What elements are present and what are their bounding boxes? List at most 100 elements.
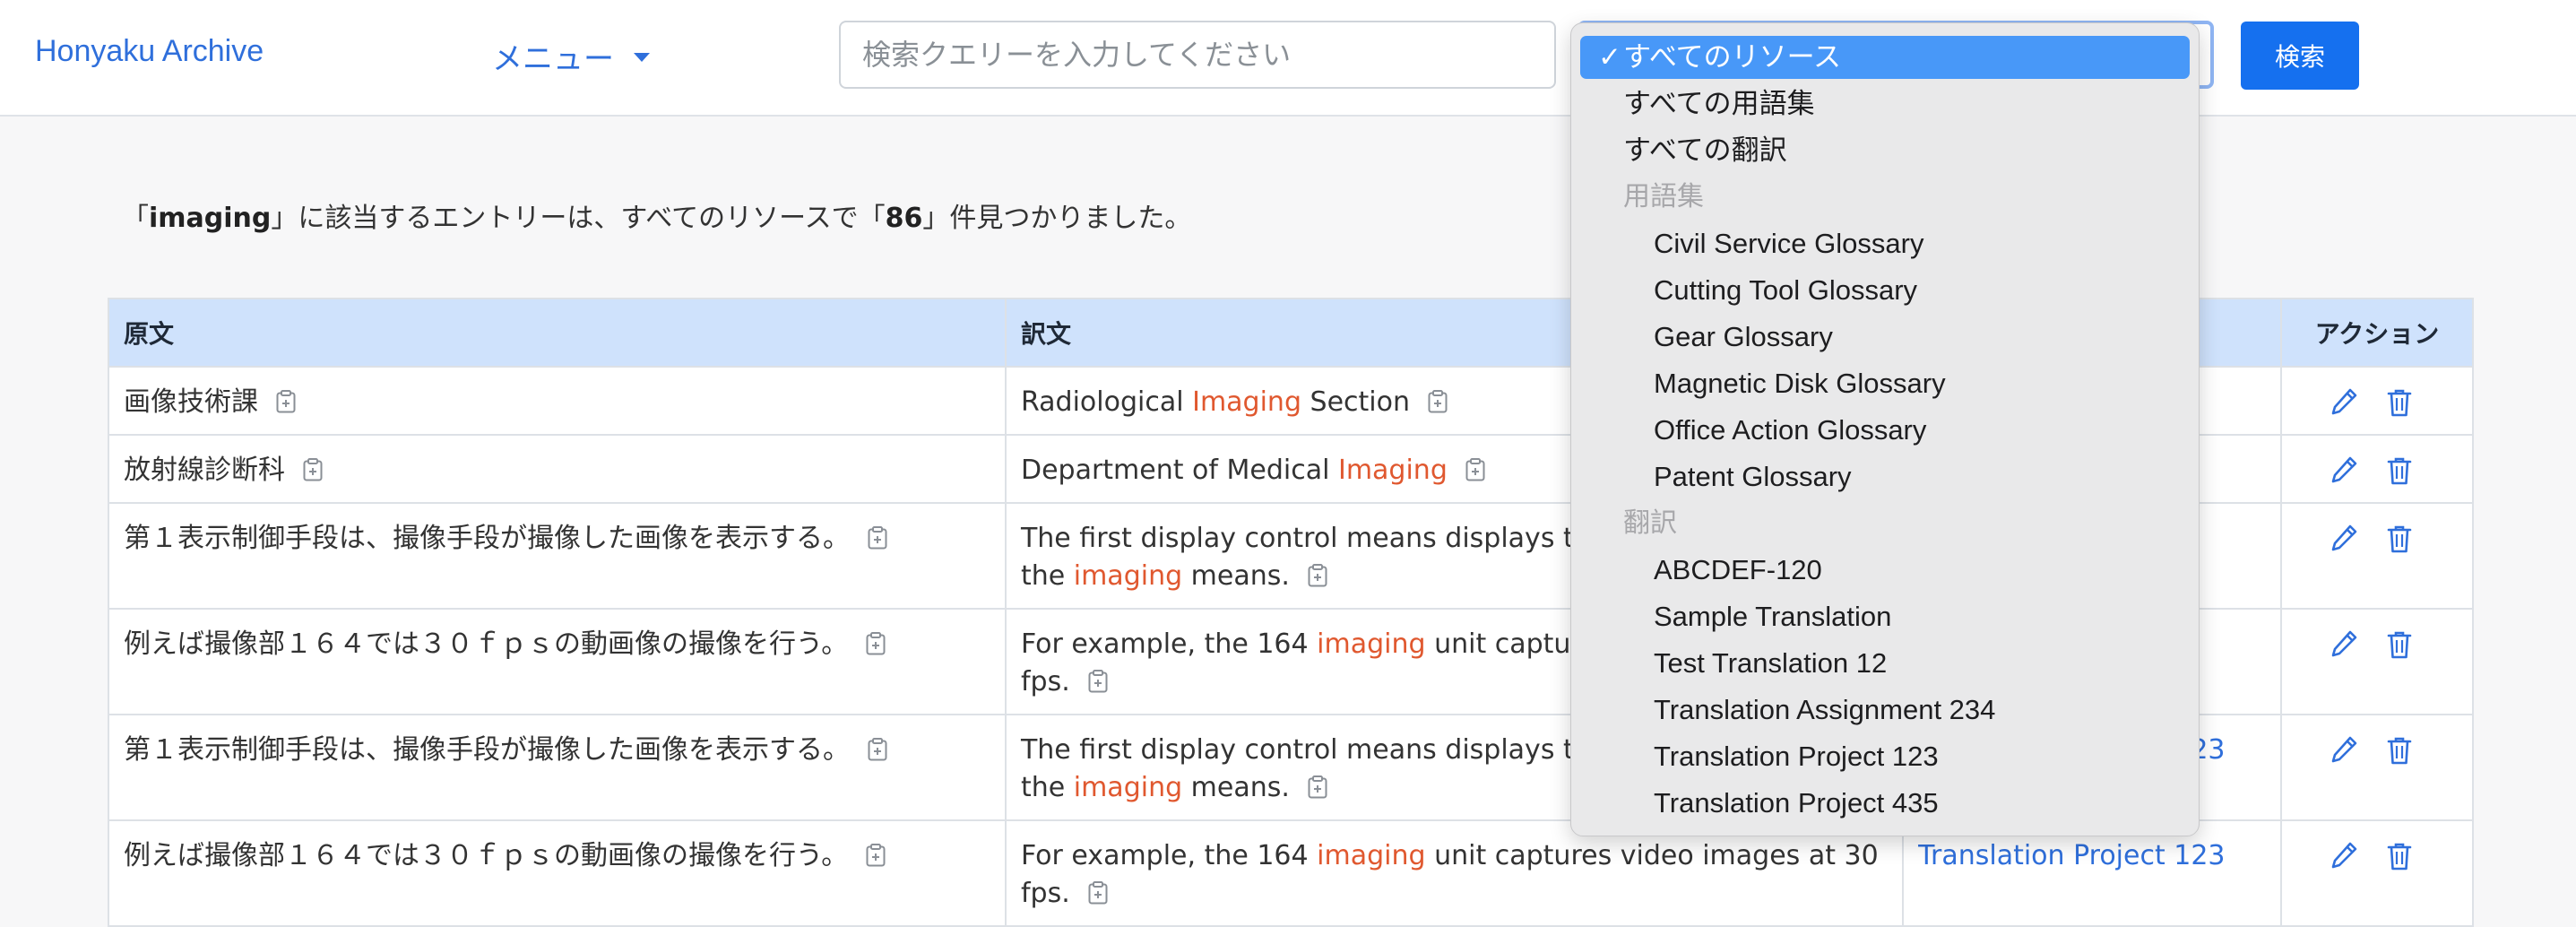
edit-pencil-icon[interactable]	[2329, 628, 2359, 661]
dropdown-option-label: すべての翻訳	[1623, 134, 1787, 166]
dropdown-option-label: Translation Project 123	[1654, 741, 1939, 772]
delete-trash-icon[interactable]	[2384, 455, 2415, 487]
target-highlight: imaging	[1073, 772, 1183, 803]
dropdown-option[interactable]: Translation Project 123	[1580, 735, 2190, 778]
target-text: For example, the 164	[1020, 628, 1318, 660]
source-text: 第１表示制御手段は、撮像手段が撮像した画像を表示する。	[124, 734, 850, 766]
dropdown-option[interactable]: ✓すべてのリソース	[1580, 36, 2190, 79]
target-highlight: imaging	[1317, 628, 1426, 660]
copy-clipboard-icon[interactable]	[303, 457, 323, 481]
dropdown-option[interactable]: Magnetic Disk Glossary	[1580, 362, 2190, 405]
dropdown-option[interactable]: Gear Glossary	[1580, 316, 2190, 359]
dropdown-option[interactable]: Translation Project 435	[1580, 782, 2190, 825]
dropdown-option-label: Gear Glossary	[1654, 321, 1833, 352]
target-highlight: imaging	[1073, 560, 1183, 592]
dropdown-option-label: Translation Project 435	[1654, 787, 1939, 819]
dropdown-group-label: 用語集	[1623, 182, 1704, 212]
dropdown-option-label: すべてのリソース	[1623, 41, 1842, 73]
copy-clipboard-icon[interactable]	[868, 737, 887, 761]
edit-pencil-icon[interactable]	[2329, 734, 2359, 767]
source-text: 画像技術課	[124, 386, 258, 418]
dropdown-option[interactable]: Civil Service Glossary	[1580, 222, 2190, 265]
delete-trash-icon[interactable]	[2384, 386, 2415, 419]
source-cell: 画像技術課	[108, 366, 1007, 436]
dropdown-option[interactable]: Test Translation 12	[1580, 642, 2190, 685]
copy-clipboard-icon[interactable]	[1308, 563, 1327, 587]
copy-clipboard-icon[interactable]	[868, 525, 887, 550]
source-cell: 第１表示制御手段は、撮像手段が撮像した画像を表示する。	[108, 714, 1007, 821]
resource-link[interactable]: Translation Project 123	[1918, 840, 2225, 871]
dropdown-option-label: Office Action Glossary	[1654, 414, 1927, 446]
menu-dropdown-toggle[interactable]: メニュー	[492, 34, 650, 78]
dropdown-option-label: Test Translation 12	[1654, 647, 1888, 679]
edit-pencil-icon[interactable]	[2329, 523, 2359, 555]
copy-clipboard-icon[interactable]	[866, 843, 886, 867]
brand-link[interactable]: Honyaku Archive	[35, 34, 264, 69]
target-highlight: Imaging	[1192, 386, 1301, 418]
dropdown-option[interactable]: Cutting Tool Glossary	[1580, 269, 2190, 312]
dropdown-option-label: すべての用語集	[1623, 88, 1815, 119]
target-text: For example, the 164	[1020, 840, 1318, 871]
target-text-tail: means.	[1182, 560, 1290, 592]
delete-trash-icon[interactable]	[2384, 734, 2415, 767]
source-text: 例えば撮像部１６４では３０ｆｐｓの動画像の撮像を行う。	[124, 840, 849, 871]
dropdown-option-label: ABCDEF-120	[1654, 554, 1822, 585]
summary-count: 86	[885, 203, 923, 234]
copy-clipboard-icon[interactable]	[1088, 880, 1108, 905]
source-cell: 例えば撮像部１６４では３０ｆｐｓの動画像の撮像を行う。	[108, 608, 1007, 715]
copy-clipboard-icon[interactable]	[276, 389, 296, 413]
source-text: 第１表示制御手段は、撮像手段が撮像した画像を表示する。	[124, 523, 850, 554]
source-cell: 例えば撮像部１６４では３０ｆｐｓの動画像の撮像を行う。	[108, 819, 1007, 927]
dropdown-option[interactable]: Patent Glossary	[1580, 455, 2190, 498]
delete-trash-icon[interactable]	[2384, 523, 2415, 555]
copy-clipboard-icon[interactable]	[1465, 457, 1485, 481]
dropdown-option[interactable]: すべての翻訳	[1580, 129, 2190, 172]
result-summary: 「imaging」に該当するエントリーは、すべてのリソースで「86」件見つかりま…	[122, 203, 1192, 234]
actions-cell	[2280, 434, 2474, 504]
copy-clipboard-icon[interactable]	[1428, 389, 1448, 413]
dropdown-option-label: Translation Assignment 234	[1654, 694, 1996, 725]
target-text-tail: Section	[1301, 386, 1410, 418]
target-highlight: Imaging	[1337, 455, 1448, 486]
dropdown-option-label: Patent Glossary	[1654, 461, 1852, 492]
source-cell: 第１表示制御手段は、撮像手段が撮像した画像を表示する。	[108, 502, 1007, 610]
dropdown-option[interactable]: Translation Assignment 234	[1580, 689, 2190, 732]
edit-pencil-icon[interactable]	[2329, 840, 2359, 872]
summary-query: imaging	[149, 203, 272, 234]
target-text: Radiological	[1020, 386, 1193, 418]
target-text: Department of Medical	[1020, 455, 1338, 486]
actions-cell	[2280, 819, 2474, 927]
dropdown-option-label: Sample Translation	[1654, 601, 1892, 632]
dropdown-option[interactable]: すべての用語集	[1580, 82, 2190, 126]
dropdown-option[interactable]: Office Action Glossary	[1580, 409, 2190, 452]
delete-trash-icon[interactable]	[2384, 628, 2415, 661]
actions-cell	[2280, 366, 2474, 436]
source-text: 放射線診断科	[124, 455, 285, 486]
target-text-tail: means.	[1182, 772, 1290, 803]
copy-clipboard-icon[interactable]	[1088, 669, 1108, 693]
actions-cell	[2280, 608, 2474, 715]
dropdown-option-label: Civil Service Glossary	[1654, 228, 1924, 259]
dropdown-option[interactable]: Sample Translation	[1580, 595, 2190, 638]
edit-pencil-icon[interactable]	[2329, 386, 2359, 419]
actions-cell	[2280, 714, 2474, 821]
search-button[interactable]: 検索	[2241, 22, 2359, 90]
header-source: 原文	[108, 298, 1007, 368]
menu-label: メニュー	[492, 41, 614, 77]
search-input[interactable]	[839, 21, 1556, 89]
copy-clipboard-icon[interactable]	[866, 631, 886, 655]
target-highlight: imaging	[1317, 840, 1426, 871]
dropdown-option-label: Cutting Tool Glossary	[1654, 274, 1918, 306]
header-actions: アクション	[2280, 298, 2474, 368]
source-text: 例えば撮像部１６４では３０ｆｐｓの動画像の撮像を行う。	[124, 628, 849, 660]
resource-dropdown-list: ✓すべてのリソース すべての用語集 すべての翻訳 用語集 Civil Service G…	[1570, 22, 2200, 836]
checkmark-icon: ✓	[1598, 41, 1621, 73]
copy-clipboard-icon[interactable]	[1308, 775, 1327, 799]
delete-trash-icon[interactable]	[2384, 840, 2415, 872]
dropdown-option-label: Magnetic Disk Glossary	[1654, 368, 1946, 399]
edit-pencil-icon[interactable]	[2329, 455, 2359, 487]
dropdown-group-label: 翻訳	[1623, 508, 1677, 538]
caret-down-icon	[634, 52, 650, 62]
actions-cell	[2280, 502, 2474, 610]
dropdown-option[interactable]: ABCDEF-120	[1580, 549, 2190, 592]
